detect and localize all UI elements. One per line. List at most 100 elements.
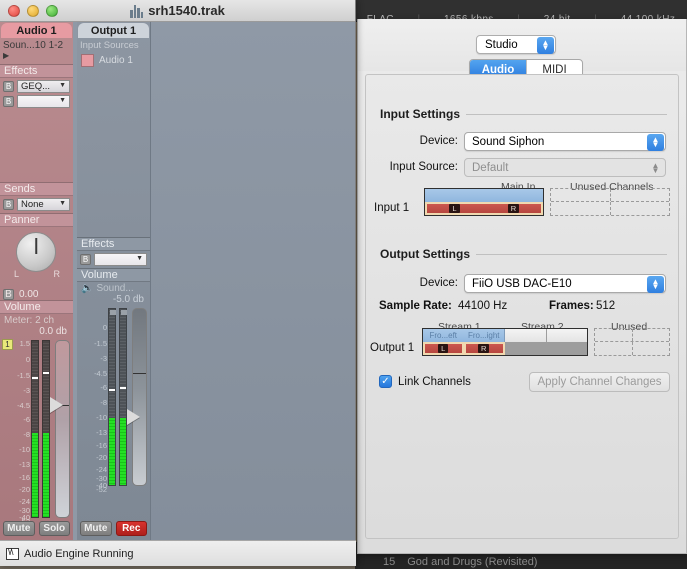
unused-cell-1[interactable] [551, 189, 611, 201]
effect-slot-output-1[interactable]: B [77, 251, 150, 268]
effect-select-output-1[interactable] [94, 253, 147, 266]
main-in-matrix[interactable]: L R [424, 188, 544, 216]
output-stream2-cell-2[interactable] [546, 342, 587, 355]
daw-title-group: srh1540.trak [0, 3, 355, 18]
effect-slot-1[interactable]: B GEQ... [0, 78, 73, 95]
fader-handle[interactable] [127, 409, 140, 425]
output-unused-row-1[interactable] [595, 329, 669, 342]
main-in-channel-l[interactable]: L [425, 202, 484, 215]
disclosure-triangle-icon[interactable]: ▶ [0, 51, 73, 60]
output-stream-row[interactable]: Fro...eft Fro...ight [423, 329, 587, 342]
input-sources-label: Input Sources [80, 40, 139, 51]
bypass-button-icon[interactable]: B [3, 199, 14, 210]
output-channel-l[interactable]: L [423, 342, 464, 355]
level-meters-output-1 [108, 308, 128, 486]
main-in-channel-row[interactable]: L R [425, 202, 543, 215]
mute-button-audio-1[interactable]: Mute [3, 521, 35, 536]
input-source-item[interactable]: Audio 1 [77, 51, 150, 70]
volume-db-value-audio-1[interactable]: 0.0 db [0, 326, 73, 337]
output-stream2-cell-1[interactable] [505, 342, 547, 355]
send-slot-1[interactable]: B None [0, 196, 73, 213]
output-unused-matrix[interactable] [594, 328, 670, 356]
strip-buttons-output-1[interactable]: Mute Rec [77, 518, 150, 539]
bg-track-number: 15 [383, 555, 396, 568]
stream1-name-left[interactable]: Fro...eft [423, 329, 464, 342]
stream2-cell-2[interactable] [546, 329, 587, 342]
output-unused-row-2[interactable] [595, 342, 669, 355]
send-select-1[interactable]: None [17, 198, 70, 211]
pan-value-row[interactable]: B 0.00 [0, 289, 73, 300]
unused-cell-4[interactable] [611, 202, 670, 215]
input-device-select[interactable]: Sound Siphon ▲ ▼ [464, 132, 666, 151]
prefs-content-pane: Input Settings Device: Sound Siphon ▲ ▼ I… [365, 74, 679, 539]
output-channel-row[interactable]: L R [423, 342, 587, 355]
strip-buttons-audio-1[interactable]: Mute Solo [0, 518, 73, 539]
bypass-button-icon[interactable]: B [3, 289, 14, 300]
output-unused-cell-2[interactable] [633, 329, 670, 341]
main-in-stream-row[interactable] [425, 189, 543, 202]
effects-section-label-output-1: Effects [77, 237, 150, 251]
strip-header-audio-1[interactable]: Audio 1 [1, 23, 72, 38]
effect-select-1[interactable]: GEQ... [17, 80, 70, 93]
meter-scale-output-1: 0 -1.5 -3 -4.5 -6 -8 -10 -13 -16 -20 -24 -30 -40… [94, 323, 107, 494]
bypass-button-icon[interactable]: B [80, 254, 91, 265]
output-unused-cell-4[interactable] [633, 342, 670, 355]
bypass-button-icon[interactable]: B [3, 96, 14, 107]
studio-popup-value: Studio [485, 38, 518, 51]
meter-channels-label: Meter: 2 ch [4, 315, 55, 326]
volume-fader-output-1[interactable] [127, 308, 147, 486]
unused-stream-row[interactable] [551, 189, 669, 202]
output-device-select[interactable]: FiiO USB DAC-E10 ▲ ▼ [464, 274, 666, 293]
output-channel-r[interactable]: R [463, 342, 505, 355]
link-channels-checkbox-row[interactable]: ✓ Link Channels [379, 375, 471, 388]
output-unused-cell-3[interactable] [595, 342, 633, 355]
level-meter-left [31, 340, 39, 518]
peak-indicator-right [43, 372, 49, 374]
output-stream-matrix[interactable]: Fro...eft Fro...ight L R [422, 328, 588, 356]
strip-source-audio-1[interactable]: Soun...10 1-2 [0, 38, 73, 51]
mute-button-output-1[interactable]: Mute [80, 521, 112, 536]
main-in-channel-r[interactable]: R [484, 202, 543, 215]
daw-titlebar[interactable]: srh1540.trak [0, 0, 355, 22]
level-meter-left [108, 308, 116, 486]
engine-status-text: Audio Engine Running [24, 547, 134, 560]
output-unused-cell-1[interactable] [595, 329, 633, 341]
fader-handle[interactable] [50, 397, 63, 413]
output-settings-title: Output Settings [380, 247, 470, 261]
clip-indicator-right [121, 310, 127, 315]
pan-knob-area[interactable]: L R [0, 227, 73, 289]
volume-db-value-output-1[interactable]: -5.0 db [77, 294, 150, 305]
apply-channel-changes-button[interactable]: Apply Channel Changes [529, 372, 670, 392]
effect-slot-2[interactable]: B [0, 95, 73, 110]
level-meter-right [42, 340, 50, 518]
rec-button-output-1[interactable]: Rec [115, 521, 147, 536]
unused-cell-3[interactable] [551, 202, 611, 215]
strip-header-output-1[interactable]: Output 1 [78, 23, 149, 38]
input-settings-heading: Input Settings [380, 107, 668, 121]
main-in-stream-cell[interactable] [425, 189, 543, 202]
unused-channel-row[interactable] [551, 202, 669, 215]
effect-select-2[interactable] [17, 95, 70, 108]
checkmark-icon[interactable]: ✓ [379, 375, 392, 388]
link-channels-label: Link Channels [398, 375, 471, 388]
channel-r-label: R [507, 204, 520, 213]
input-source-name: Audio 1 [99, 55, 133, 66]
stream2-cell-1[interactable] [505, 329, 547, 342]
output-settings-heading: Output Settings [380, 247, 668, 261]
studio-popup-button[interactable]: Studio ▲ ▼ [476, 35, 556, 54]
solo-button-audio-1[interactable]: Solo [38, 521, 70, 536]
input-source-select[interactable]: Default ▲ ▼ [464, 158, 666, 177]
pan-right-label: R [53, 269, 61, 279]
bg-track-title: God and Drugs (Revisited) [407, 555, 538, 568]
pan-knob[interactable] [16, 232, 56, 272]
unused-channels-matrix[interactable] [550, 188, 670, 216]
level-meter-right [119, 308, 127, 486]
volume-fader-audio-1[interactable] [50, 340, 70, 518]
studio-preferences-window: Studio ▲ ▼ Audio MIDI Input Settings Devi… [357, 19, 687, 554]
channel-strip-audio-1: Audio 1 Soun...10 1-2 ▶ Effects B GEQ...… [0, 22, 73, 540]
bypass-button-icon[interactable]: B [3, 81, 14, 92]
pan-left-label: L [14, 269, 20, 279]
unused-cell-2[interactable] [611, 189, 670, 201]
input-device-label: Device: [419, 135, 458, 147]
stream1-name-right[interactable]: Fro...ight [463, 329, 505, 342]
